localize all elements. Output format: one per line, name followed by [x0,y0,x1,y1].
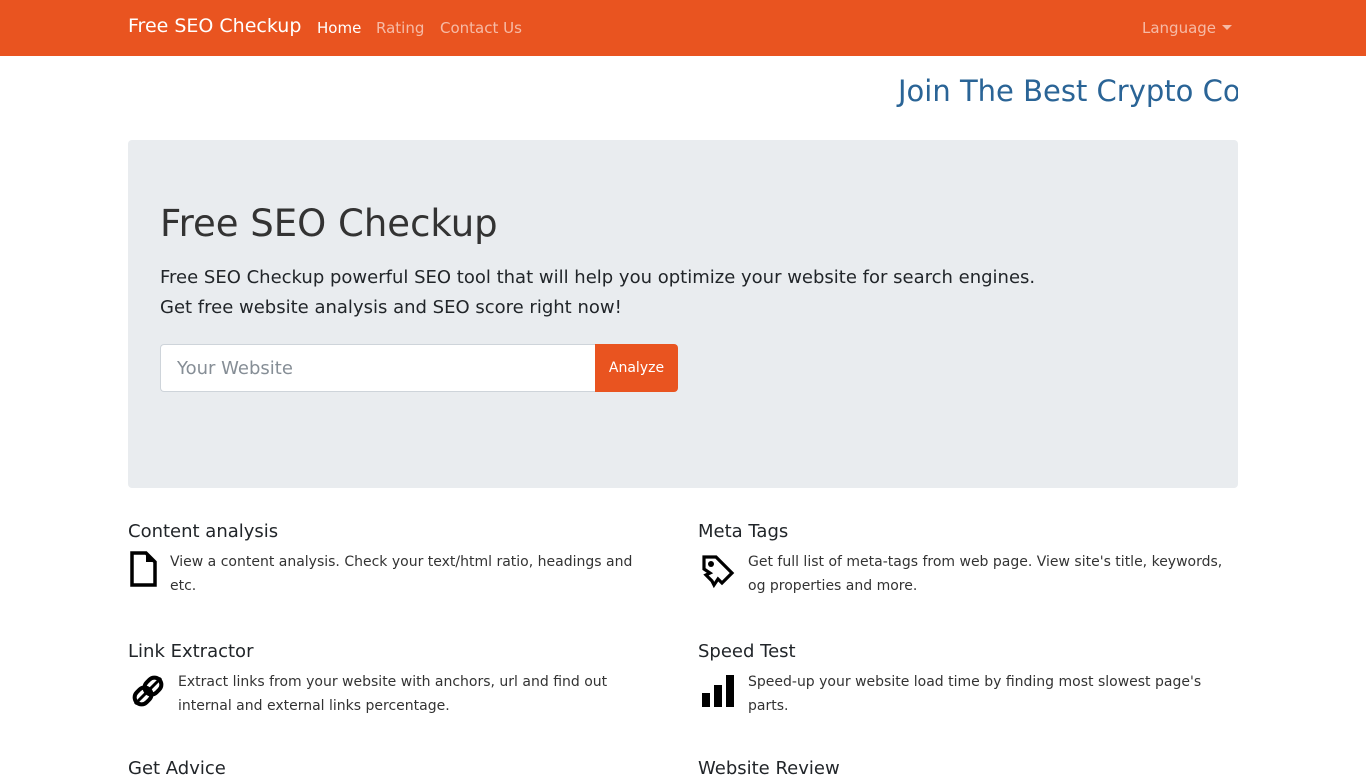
feature-speed-test: Speed Test Speed-up your website load ti… [698,641,1243,714]
navbar: Free SEO Checkup Home Rating Contact Us … [0,0,1366,56]
hero-title: Free SEO Checkup [160,202,498,245]
feature-link-extractor: Link Extractor Extract links from your w… [128,641,673,714]
hero-lead: Free SEO Checkup powerful SEO tool that … [160,263,1035,323]
feature-content-analysis: Content analysis View a content analysis… [128,521,673,594]
feature-website-review: Website Review [698,758,1243,779]
nav-home[interactable]: Home [317,19,361,37]
feature-meta-tags: Meta Tags Get full list of meta-tags fro… [698,521,1243,594]
tag-icon [698,551,738,595]
website-input[interactable] [160,344,595,392]
analyze-button[interactable]: Analyze [595,344,678,392]
brand-link[interactable]: Free SEO Checkup [128,15,301,37]
feature-title: Speed Test [698,641,796,662]
feature-title: Website Review [698,758,840,779]
language-dropdown[interactable]: Language [1142,19,1233,37]
marquee-banner: Join The Best Crypto Co [128,70,1238,116]
file-icon [128,551,160,591]
feature-description: View a content analysis. Check your text… [170,554,633,594]
nav-rating[interactable]: Rating [376,19,424,37]
hero-lead-line1: Free SEO Checkup powerful SEO tool that … [160,267,1036,288]
caret-down-icon [1222,25,1233,30]
feature-title: Meta Tags [698,521,789,542]
feature-title: Content analysis [128,521,279,542]
bar-chart-icon [698,671,738,715]
feature-title: Get Advice [128,758,226,779]
hero-lead-line2: Get free website analysis and SEO score … [160,297,622,318]
language-label: Language [1142,19,1217,37]
hero-section: Free SEO Checkup Free SEO Checkup powerf… [128,140,1238,488]
feature-title: Link Extractor [128,641,254,662]
feature-description: Extract links from your website with anc… [178,674,608,714]
nav-contact-us[interactable]: Contact Us [440,19,522,37]
feature-get-advice: Get Advice [128,758,673,779]
link-icon [128,671,168,715]
feature-description: Get full list of meta-tags from web page… [748,554,1223,594]
feature-description: Speed-up your website load time by findi… [748,674,1202,714]
marquee-text[interactable]: Join The Best Crypto Co [898,74,1238,108]
